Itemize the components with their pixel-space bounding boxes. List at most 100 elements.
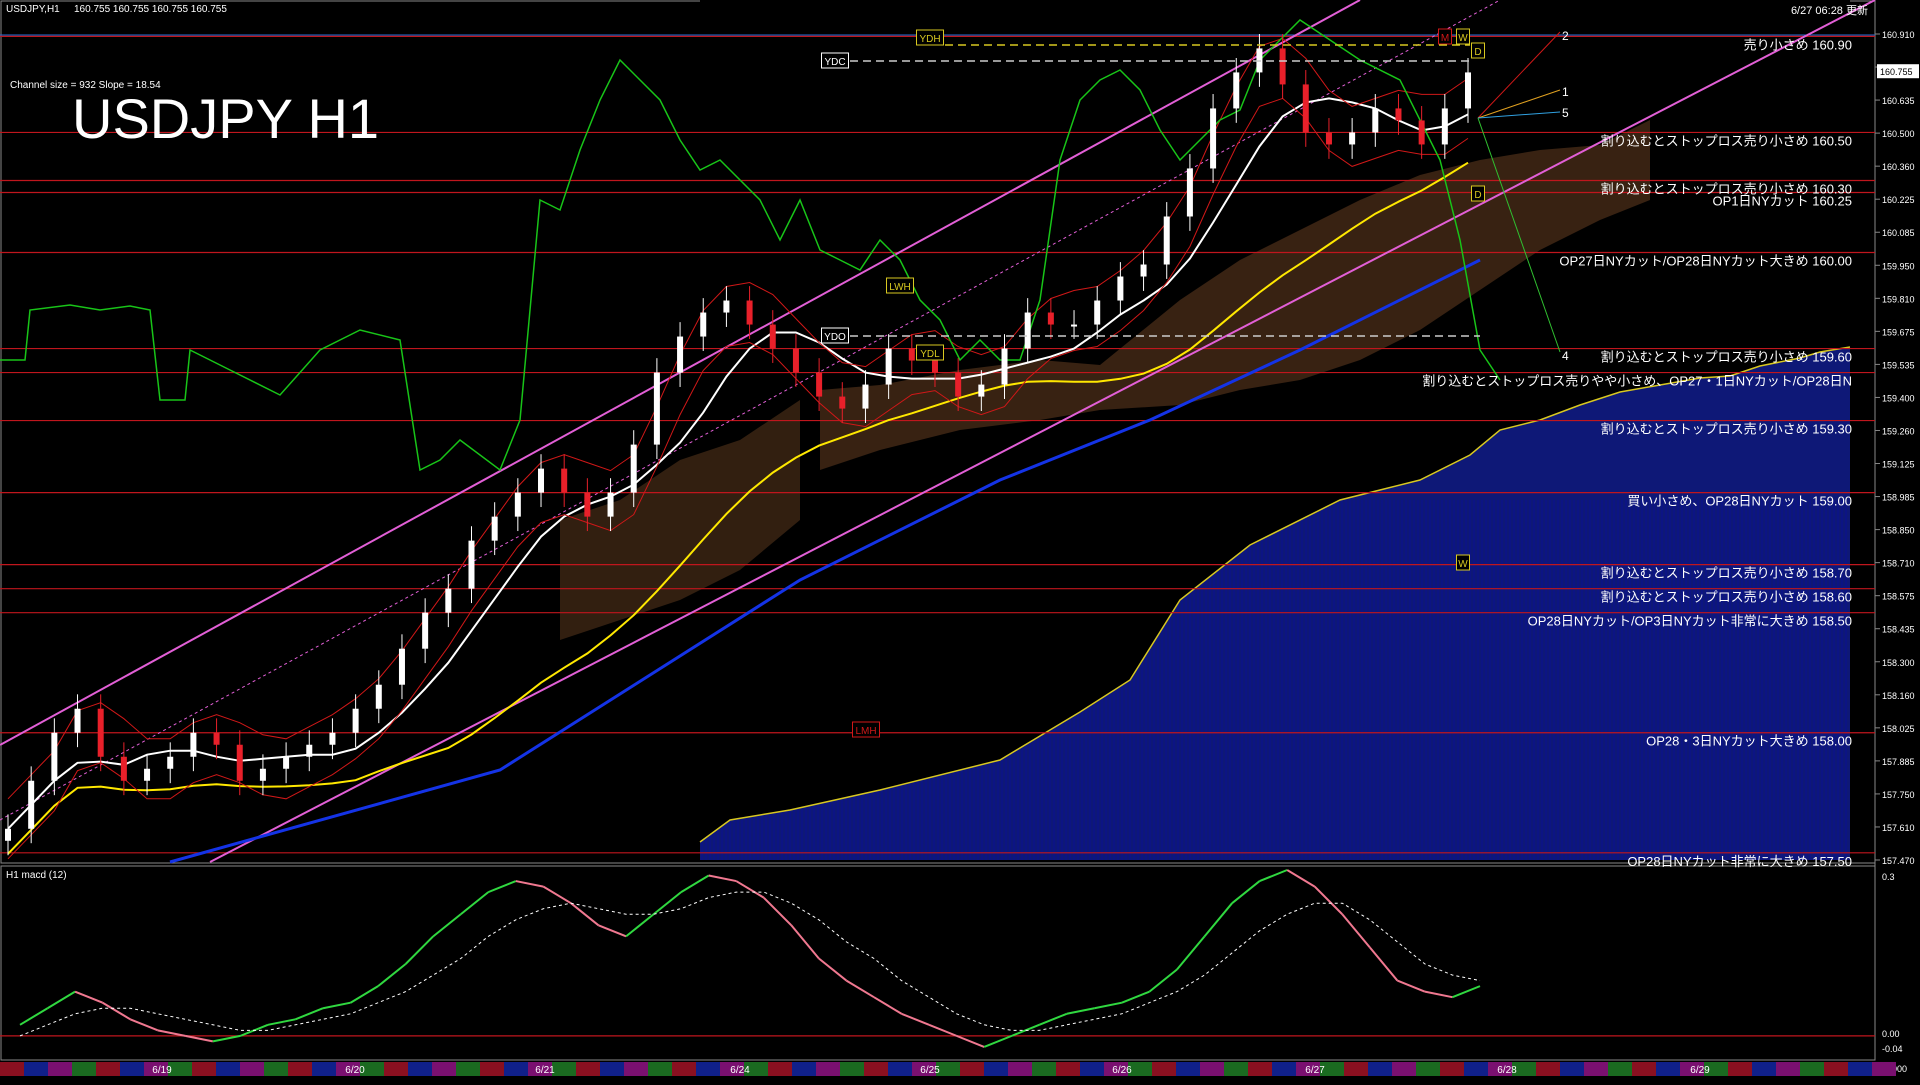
date-bar-segment (1464, 1062, 1488, 1076)
marker-label: W (1458, 559, 1468, 570)
update-time: 6/27 06:28 更新 (1791, 3, 1868, 17)
date-bar-segment (192, 1062, 216, 1076)
date-bar-segment (264, 1062, 288, 1076)
price-tick-label: 157.750 (1882, 790, 1915, 800)
date-bar-segment (1800, 1062, 1824, 1076)
candle-body (1140, 264, 1147, 277)
candle-body (28, 780, 35, 829)
date-bar-segment (96, 1062, 120, 1076)
candle-body (1465, 72, 1471, 109)
candle-body (97, 708, 104, 757)
candle-body (862, 384, 869, 409)
macd-tick-label: 0.3 (1882, 872, 1895, 882)
candle-body (167, 756, 174, 769)
wave-label: 5 (1562, 106, 1569, 120)
price-tick-label: 159.950 (1882, 261, 1915, 271)
date-bar-segment (1248, 1062, 1272, 1076)
price-tick-label: 159.260 (1882, 426, 1915, 436)
candle-body (561, 468, 568, 493)
date-bar-segment (216, 1062, 240, 1076)
date-label: 6/24 (730, 1065, 750, 1076)
price-chart: YDHYDCYDOYDLLWHLMHM WWDD2154 売り小さめ 160.90… (0, 0, 1920, 1080)
ohlc-readout: 160.755 160.755 160.755 160.755 (74, 4, 227, 15)
date-bar-segment (24, 1062, 48, 1076)
date-bar-segment (672, 1062, 696, 1076)
price-tick-label: 158.160 (1882, 691, 1915, 701)
candle-body (1094, 300, 1101, 325)
candle-body (677, 336, 684, 373)
level-label: 割り込むとストップロス売り小さめ 159.30 (1601, 422, 1852, 437)
current-price-label: 160.755 (1880, 67, 1913, 77)
candle-body (1233, 72, 1240, 109)
price-tick-label: 159.125 (1882, 460, 1915, 470)
date-bar-segment (840, 1062, 864, 1076)
candle-body (723, 300, 730, 313)
level-label: 売り小さめ 160.90 (1744, 37, 1852, 52)
marker-label: W (1458, 33, 1468, 44)
date-bar-segment (1656, 1062, 1680, 1076)
candle-body (955, 372, 962, 397)
candle-body (1325, 132, 1332, 145)
candle-body (1349, 132, 1356, 145)
date-bar-segment (696, 1062, 720, 1076)
price-tick-label: 158.985 (1882, 493, 1915, 503)
marker-label: D (1474, 190, 1481, 201)
level-label: 割り込むとストップロス売りやや小さめ、OP27・1日NYカット/OP28日N (1422, 374, 1852, 389)
candle-body (1372, 108, 1379, 133)
date-label: 6/25 (920, 1065, 940, 1076)
date-label: 6/20 (345, 1065, 365, 1076)
candle-body (1117, 276, 1124, 301)
date-bar-segment (504, 1062, 528, 1076)
candle-body (1186, 168, 1193, 217)
date-bar-segment (480, 1062, 504, 1076)
candle-body (978, 384, 985, 397)
level-label: OP27日NYカット/OP28日NYカット大きめ 160.00 (1559, 254, 1852, 269)
date-bar-segment (768, 1062, 792, 1076)
candle-body (1210, 108, 1217, 169)
candle-body (839, 396, 846, 409)
price-tick-label: 160.225 (1882, 195, 1915, 205)
candle-body (375, 684, 382, 709)
date-bar-segment (1536, 1062, 1560, 1076)
wave-label: 1 (1562, 85, 1569, 99)
date-bar-segment (384, 1062, 408, 1076)
candle-body (1302, 84, 1309, 133)
candle-body (1418, 120, 1425, 145)
date-bar-segment (1824, 1062, 1848, 1076)
marker-label: YDC (824, 57, 845, 68)
date-bar-segment (984, 1062, 1008, 1076)
price-tick-label: 160.500 (1882, 129, 1915, 139)
candle-body (283, 756, 290, 769)
chart-window: YDH YDC YDO YDL LWH LMH M W W D D 2 1 5 4 売り小さめ 160.90… (0, 0, 1920, 1080)
level-label: 割り込むとストップロス売り小さめ 160.50 (1601, 133, 1852, 148)
date-bar-segment (1584, 1062, 1608, 1076)
date-bar-segment (1344, 1062, 1368, 1076)
wave-label: 2 (1562, 29, 1569, 43)
candle (653, 358, 660, 460)
date-bar-segment (864, 1062, 888, 1076)
date-bar-segment (1608, 1062, 1632, 1076)
price-tick-label: 158.025 (1882, 724, 1915, 734)
chart-overlay-title: USDJPY H1 (72, 87, 379, 150)
price-tick-label: 158.435 (1882, 625, 1915, 635)
candle-body (1395, 108, 1402, 121)
date-bar-segment (600, 1062, 624, 1076)
candle-body (445, 588, 452, 613)
marker-label: YDO (824, 332, 846, 343)
date-label: 6/19 (152, 1065, 172, 1076)
date-bar-segment (1368, 1062, 1392, 1076)
date-bar-segment (1872, 1062, 1896, 1076)
date-bar-segment (456, 1062, 480, 1076)
marker-label: YDL (920, 349, 940, 360)
candle-body (213, 732, 220, 745)
candle-body (746, 300, 753, 325)
date-bar-segment (576, 1062, 600, 1076)
date-bar-segment (312, 1062, 336, 1076)
date-bar-segment (888, 1062, 912, 1076)
price-tick-label: 160.635 (1882, 96, 1915, 106)
date-bar-segment (240, 1062, 264, 1076)
date-bar-segment (792, 1062, 816, 1076)
date-bar-segment (1152, 1062, 1176, 1076)
level-label: 買い小さめ、OP28日NYカット 159.00 (1627, 494, 1852, 509)
candle-body (607, 492, 614, 517)
